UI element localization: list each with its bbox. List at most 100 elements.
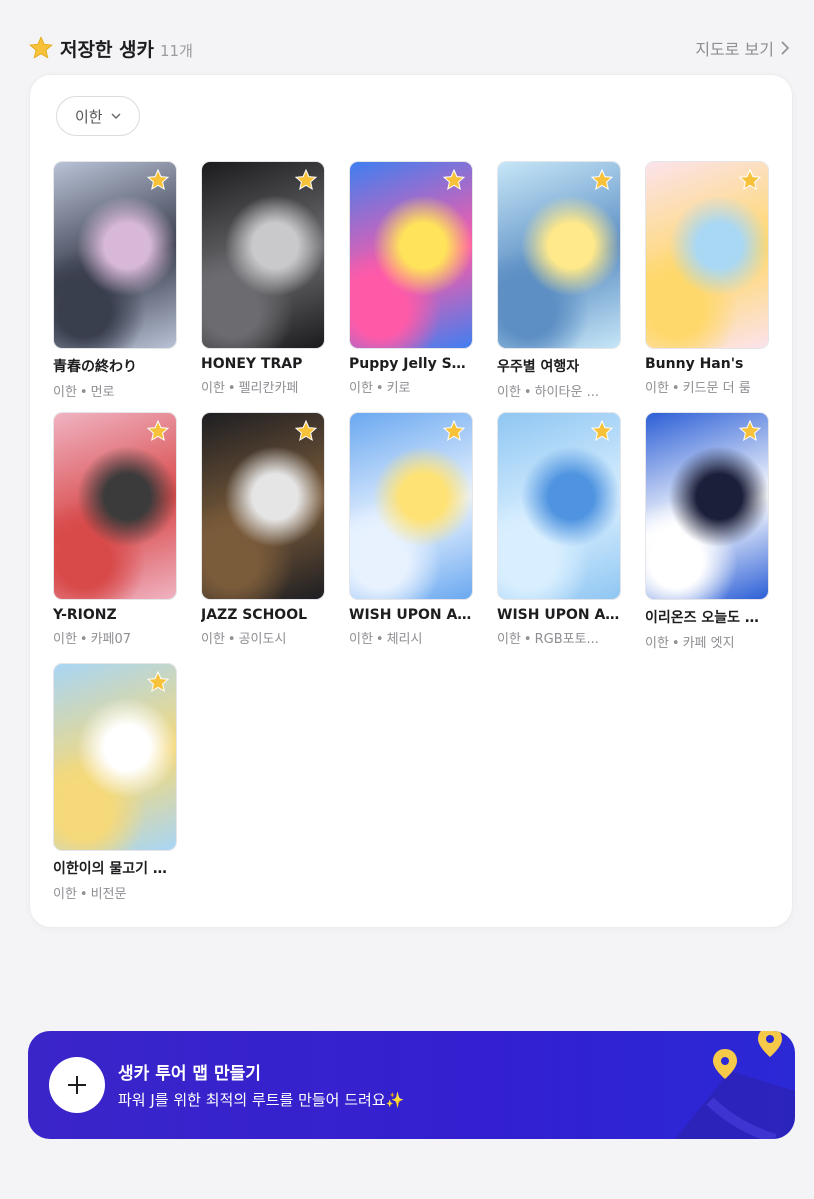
section-title-group: 저장한 생카 11개 xyxy=(28,35,193,62)
photocard-item[interactable]: 青春の終わり 이한 • 먼로 xyxy=(53,161,177,400)
photocard-item[interactable]: Bunny Han's 이한 • 키드문 더 룸 xyxy=(645,161,769,396)
photocard-item[interactable]: WISH UPON A S... 이한•RGB포토... xyxy=(497,412,621,647)
photocard-image xyxy=(497,412,621,600)
photocard-meta: 이한 • 카페07 xyxy=(53,628,177,647)
photocard-image xyxy=(349,412,473,600)
saved-star-icon[interactable] xyxy=(294,419,318,443)
separator-dot: • xyxy=(523,632,532,647)
saved-star-icon[interactable] xyxy=(738,419,762,443)
photocard-artist: 이한 xyxy=(497,385,521,400)
photocard-meta: 이한 • 먼로 xyxy=(53,381,177,400)
photocard-title: 青春の終わり xyxy=(53,359,137,375)
photocard-title: 우주별 여행자 xyxy=(497,359,580,375)
saved-star-icon[interactable] xyxy=(590,419,614,443)
plus-icon xyxy=(68,1076,86,1094)
photocard-meta: 이한 • 키로 xyxy=(349,377,473,396)
map-route-illustration xyxy=(675,1031,795,1139)
separator-dot: • xyxy=(227,381,236,396)
photocard-item[interactable]: JAZZ SCHOOL 이한 • 공이도시 xyxy=(201,412,325,647)
saved-star-icon[interactable] xyxy=(590,168,614,192)
photocard-meta: 이한 • 하이타운 ... xyxy=(497,381,621,400)
saved-star-icon[interactable] xyxy=(442,168,466,192)
photocard-item[interactable]: 우주별 여행자이한 • 하이타운 ... xyxy=(497,161,621,400)
saved-star-icon[interactable] xyxy=(294,168,318,192)
photocard-venue: 키로 xyxy=(386,381,411,396)
photocard-item[interactable]: HONEY TRAP 이한 • 펠리칸카페 xyxy=(201,161,325,396)
photocard-artist: 이한 xyxy=(645,636,669,651)
saved-star-icon[interactable] xyxy=(146,670,170,694)
banner-subtitle: 파워 J를 위한 최적의 루트를 만들어 드려요✨ xyxy=(118,1091,405,1109)
section-title: 저장한 생카 xyxy=(60,38,155,61)
photocard-title: WISH UPON A S... xyxy=(349,607,473,623)
separator-dot: • xyxy=(523,385,532,400)
photocard-image xyxy=(53,663,177,851)
saved-count: 11개 xyxy=(160,41,193,60)
separator-dot: • xyxy=(79,887,88,902)
separator-dot: • xyxy=(79,385,88,400)
photocard-image xyxy=(53,412,177,600)
photocard-title: Y-RIONZ xyxy=(53,607,117,623)
photocard-meta: 이한 • 카페 엣지 xyxy=(645,632,769,651)
separator-dot: • xyxy=(375,632,384,647)
create-tour-map-banner[interactable]: 생카 투어 맵 만들기 파워 J를 위한 최적의 루트를 만들어 드려요✨ xyxy=(28,1031,795,1139)
photocard-venue: 펠리칸카페 xyxy=(238,381,299,396)
photocard-image xyxy=(201,412,325,600)
photocard-item[interactable]: 이리온즈 오늘도 순... 이한 • 카페 엣지 xyxy=(645,412,769,651)
photocard-title: 이리온즈 오늘도 순... xyxy=(645,610,769,626)
photocard-meta: 이한 • 펠리칸카페 xyxy=(201,377,325,396)
view-on-map-link[interactable]: 지도로 보기 xyxy=(695,36,790,60)
photocard-meta: 이한 • RGB포토... xyxy=(497,628,621,647)
artist-filter-dropdown[interactable]: 이한 xyxy=(56,96,140,136)
photocard-item[interactable]: Puppy Jelly Shop 이한 • 키로 xyxy=(349,161,473,396)
saved-cafes-panel: 이한 青春の終わり 이한 • 먼로 HONEY TRAP 이한 • 펠리칸카페 Puppy Je… xyxy=(29,74,793,928)
photocard-artist: 이한 xyxy=(53,887,77,902)
photocard-venue: 비전문 xyxy=(90,887,127,902)
photocard-item[interactable]: 이한이의 물고기 동... 이한 • 비전문 xyxy=(53,663,177,902)
chevron-down-icon xyxy=(111,113,121,119)
photocard-meta: 이한 • 비전문 xyxy=(53,883,177,902)
photocard-image xyxy=(349,161,473,349)
photocard-venue: 카페07 xyxy=(90,632,132,647)
photocard-venue: 체리시 xyxy=(386,632,423,647)
saved-star-icon[interactable] xyxy=(738,168,762,192)
separator-dot: • xyxy=(671,381,680,396)
banner-title: 생카 투어 맵 만들기 xyxy=(118,1064,261,1084)
photocard-artist: 이한 xyxy=(201,632,225,647)
separator-dot: • xyxy=(375,381,384,396)
photocard-venue: 먼로 xyxy=(90,385,115,400)
location-pin-icon xyxy=(758,1031,782,1057)
photocard-venue: 공이도시 xyxy=(238,632,287,647)
photocard-title: JAZZ SCHOOL xyxy=(201,607,308,623)
photocard-meta: 이한 • 체리시 xyxy=(349,628,473,647)
photocard-artist: 이한 xyxy=(53,632,77,647)
view-on-map-label: 지도로 보기 xyxy=(695,40,774,59)
photocard-artist: 이한 xyxy=(349,381,373,396)
photocard-title: Puppy Jelly Shop xyxy=(349,356,473,372)
photocard-image xyxy=(53,161,177,349)
photocard-item[interactable]: Y-RIONZ 이한 • 카페07 xyxy=(53,412,177,647)
photocard-venue: 키드문 더 룸 xyxy=(682,381,751,396)
artist-filter-label: 이한 xyxy=(75,107,103,126)
photocard-item[interactable]: WISH UPON A S... 이한•체리시 xyxy=(349,412,473,647)
separator-dot: • xyxy=(671,636,680,651)
saved-star-icon[interactable] xyxy=(442,419,466,443)
photocard-artist: 이한 xyxy=(201,381,225,396)
photocard-meta: 이한 • 키드문 더 룸 xyxy=(645,377,769,396)
add-button[interactable] xyxy=(49,1057,105,1113)
photocard-artist: 이한 xyxy=(645,381,669,396)
saved-star-icon[interactable] xyxy=(146,419,170,443)
star-icon xyxy=(29,36,53,59)
photocard-artist: 이한 xyxy=(497,632,521,647)
photocard-title: 이한이의 물고기 동... xyxy=(53,861,177,877)
photocard-title: HONEY TRAP xyxy=(201,356,303,372)
photocard-image xyxy=(201,161,325,349)
photocard-artist: 이한 xyxy=(53,385,77,400)
photocard-title: WISH UPON A S... xyxy=(497,607,621,623)
saved-star-icon[interactable] xyxy=(146,168,170,192)
photocard-image xyxy=(497,161,621,349)
photocard-venue: 카페 엣지 xyxy=(682,636,735,651)
photocard-title: Bunny Han's xyxy=(645,356,744,372)
separator-dot: • xyxy=(227,632,236,647)
chevron-right-icon xyxy=(781,41,790,55)
photocard-venue: RGB포토... xyxy=(534,632,599,647)
